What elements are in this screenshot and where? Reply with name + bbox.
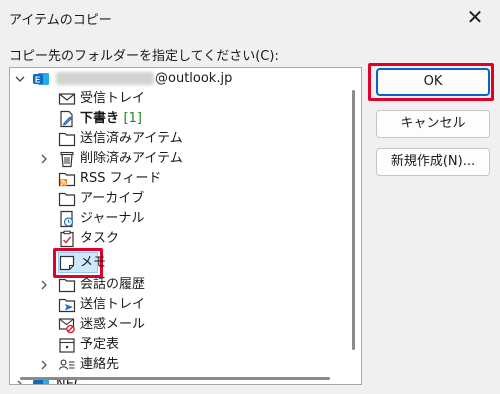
tree-item-tasks[interactable]: タスク <box>10 229 340 249</box>
tree-account-row[interactable]: E @outlook.jp <box>10 69 340 89</box>
notes-icon <box>58 254 76 272</box>
tree-item-label: ジャーナル <box>80 211 145 226</box>
folder-prompt-label: コピー先のフォルダーを指定してください(C): <box>9 49 279 64</box>
tree-item-label: RSS フィード <box>80 171 162 186</box>
tree-item-label: 削除済みアイテム <box>80 151 183 166</box>
tree-item-sent-items[interactable]: 送信済みアイテム <box>10 129 340 149</box>
tasks-icon <box>58 230 76 248</box>
tree-item-calendar[interactable]: 予定表 <box>10 335 340 355</box>
account-name: @outlook.jp <box>56 71 232 87</box>
tree-item-label: 送信済みアイテム <box>80 131 183 146</box>
tree-item-label: 迷惑メール <box>80 317 146 332</box>
dialog-title: アイテムのコピー <box>9 13 112 28</box>
junk-email-icon <box>58 316 76 334</box>
drafts-icon <box>58 110 76 128</box>
tree-item-inbox[interactable]: 受信トレイ <box>10 89 340 109</box>
account-suffix: @outlook.jp <box>155 71 233 86</box>
outlook-account-icon: E <box>32 70 50 88</box>
tree-item-label: タスク <box>80 231 120 246</box>
tree-item-junk-email[interactable]: 迷惑メール <box>10 315 340 335</box>
tree-item-label: 送信トレイ <box>80 297 146 312</box>
title-bar: アイテムのコピー ✕ <box>0 0 500 34</box>
trash-icon <box>58 150 76 168</box>
chevron-right-icon[interactable] <box>38 149 50 169</box>
tree-item-notes[interactable]: メモ <box>10 253 340 273</box>
vertical-scrollbar[interactable] <box>347 68 361 384</box>
tree-item-drafts[interactable]: 下書き [1] <box>10 109 340 129</box>
tree-item-deleted-items[interactable]: 削除済みアイテム <box>10 149 340 169</box>
inbox-icon <box>58 90 76 108</box>
sent-items-icon <box>58 130 76 148</box>
conversation-history-icon <box>58 276 76 294</box>
drafts-label: 下書き <box>80 111 120 126</box>
archive-icon <box>58 190 76 208</box>
tree-item-label: 連絡先 <box>80 357 120 372</box>
svg-text:E: E <box>35 76 41 85</box>
calendar-icon <box>58 336 76 354</box>
folder-tree[interactable]: E @outlook.jp 受信トレイ 下書き [1] 送信済みアイテム 削除済… <box>9 67 362 385</box>
tree-item-label: アーカイブ <box>80 191 145 206</box>
redacted-email <box>56 72 154 85</box>
cancel-button[interactable]: キャンセル <box>376 110 490 138</box>
tree-item-label: 受信トレイ <box>80 91 146 106</box>
journal-icon <box>58 210 76 228</box>
scrollbar-thumb[interactable] <box>352 90 355 350</box>
outbox-icon <box>58 296 76 314</box>
chevron-right-icon[interactable] <box>38 275 50 295</box>
new-folder-button[interactable]: 新規作成(N)... <box>376 148 490 176</box>
tree-item-journal[interactable]: ジャーナル <box>10 209 340 229</box>
tree-item-label: 予定表 <box>80 337 120 352</box>
tree-item-rss-feeds[interactable]: RSS フィード <box>10 169 340 189</box>
scrollbar-thumb[interactable] <box>20 377 330 380</box>
tree-item-archive[interactable]: アーカイブ <box>10 189 340 209</box>
ok-button[interactable]: OK <box>376 68 490 96</box>
chevron-down-icon[interactable] <box>14 69 26 89</box>
tree-item-conversation-history[interactable]: 会話の履歴 <box>10 275 340 295</box>
tree-item-label: 会話の履歴 <box>80 277 146 292</box>
rss-icon <box>58 170 76 188</box>
tree-item-label: メモ <box>80 255 107 270</box>
close-icon[interactable]: ✕ <box>462 4 488 30</box>
horizontal-scrollbar[interactable] <box>10 372 347 384</box>
tree-item-outbox[interactable]: 送信トレイ <box>10 295 340 315</box>
drafts-count-badge: [1] <box>123 111 142 126</box>
tree-item-label: 下書き [1] <box>80 111 142 127</box>
